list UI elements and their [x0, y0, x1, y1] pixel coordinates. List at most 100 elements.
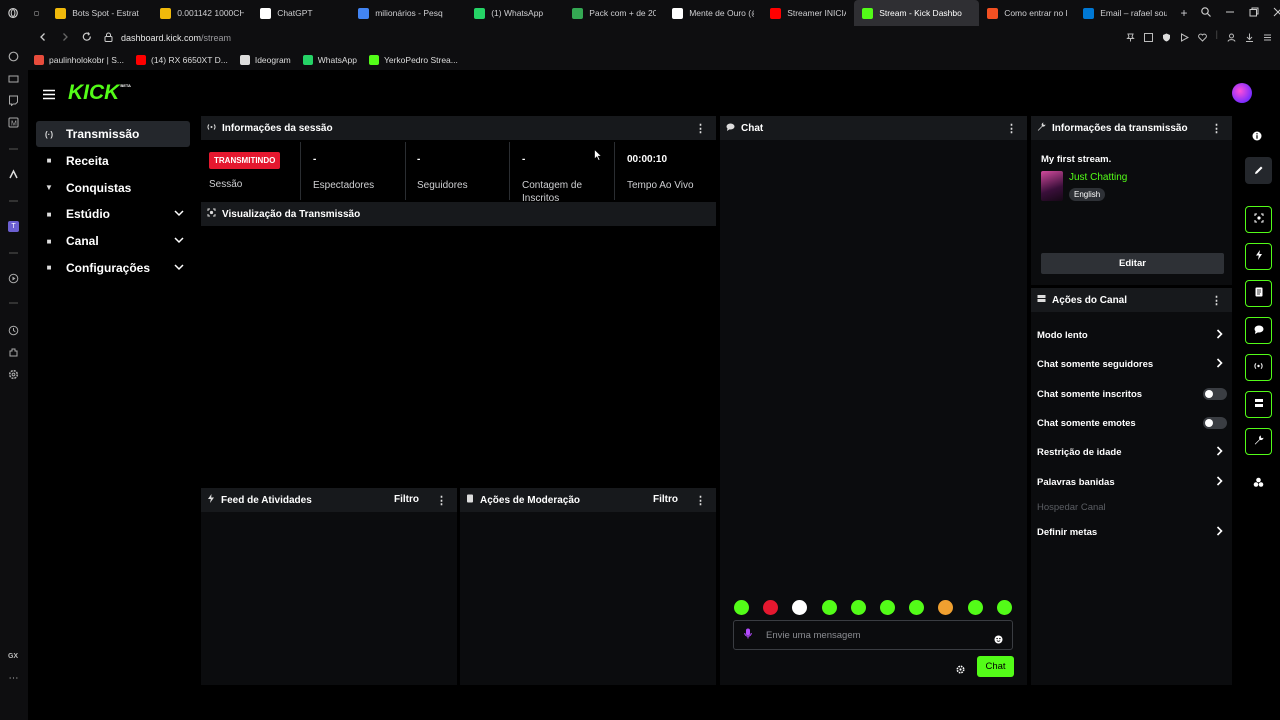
edit-button[interactable]: Editar [1041, 253, 1224, 274]
bookmark-item[interactable]: YerkoPedro Strea... [368, 55, 458, 65]
close-window-icon[interactable] [1273, 7, 1280, 19]
stream-preview-area[interactable] [201, 228, 716, 484]
reload-icon[interactable] [82, 29, 92, 47]
extensions-icon[interactable] [7, 346, 20, 359]
bookmark-item[interactable]: paulinholokobr | S... [34, 55, 124, 65]
download-icon[interactable] [1245, 29, 1254, 47]
chat-menu-icon[interactable]: ⋮ [1006, 122, 1017, 135]
kick-logo[interactable]: KICK BETA [68, 82, 131, 104]
stream-info-menu-icon[interactable]: ⋮ [1211, 122, 1222, 135]
gx-label[interactable]: GX [5, 650, 21, 663]
moderation-menu-icon[interactable]: ⋮ [695, 494, 706, 507]
browser-tab[interactable]: Email – rafael sou [1075, 0, 1175, 26]
twitch-icon[interactable] [7, 94, 20, 107]
edit-tool-button[interactable] [1245, 157, 1272, 184]
moderation-tool-button[interactable] [1245, 391, 1272, 418]
emote-10-icon[interactable] [996, 600, 1012, 615]
browser-tab[interactable]: ChatGPT [252, 0, 350, 26]
chat-input[interactable]: Envie uma mensagem [733, 620, 1013, 650]
heart-icon[interactable] [1197, 29, 1207, 47]
browser-tab[interactable]: (1) WhatsApp [466, 0, 564, 26]
activity-filter-button[interactable]: Filtro [394, 494, 419, 505]
channel-actions-menu-icon[interactable]: ⋮ [1211, 294, 1222, 307]
channel-action-item[interactable]: Modo lento [1037, 325, 1229, 345]
browser-tab[interactable]: milionários - Pesq [350, 0, 466, 26]
history-icon[interactable] [7, 324, 20, 337]
opera-menu-icon[interactable] [0, 0, 26, 26]
chat-tool-button[interactable] [1245, 317, 1272, 344]
flow-icon[interactable] [1180, 29, 1189, 47]
minimize-icon[interactable] [1225, 7, 1235, 19]
browser-tab[interactable]: 0.001142 1000CH [152, 0, 252, 26]
chevron-down-icon[interactable] [174, 209, 184, 220]
add-widget-icon[interactable] [1253, 475, 1264, 493]
broadcast-tool-button[interactable] [1245, 354, 1272, 381]
shield-icon[interactable] [1162, 29, 1171, 47]
browser-menu-icon[interactable] [1263, 29, 1272, 47]
avatar[interactable] [1232, 83, 1252, 103]
account-icon[interactable] [1227, 29, 1236, 47]
kick-sidebar-icon[interactable] [7, 168, 20, 181]
teams-icon[interactable]: T [7, 220, 20, 233]
nav-item[interactable]: ■ Canal [36, 228, 190, 254]
forward-icon[interactable] [60, 29, 70, 47]
back-icon[interactable] [38, 29, 48, 47]
toggle-switch[interactable] [1203, 417, 1227, 429]
url-field[interactable]: dashboard.kick.com/stream [121, 33, 231, 43]
channel-action-item[interactable]: Palavras banidas [1037, 472, 1229, 492]
channel-action-item[interactable]: Chat somente inscritos [1037, 384, 1229, 404]
emote-9-icon[interactable] [967, 600, 983, 615]
browser-tab[interactable]: Mente de Ouro (@ [664, 0, 762, 26]
emote-1-icon[interactable] [734, 600, 749, 615]
channel-action-item[interactable]: Definir metas [1037, 522, 1229, 542]
focus-tool-button[interactable] [1245, 206, 1272, 233]
settings-icon[interactable] [7, 368, 20, 381]
browser-tab[interactable]: Streamer INICIAN [762, 0, 854, 26]
emote-4-icon[interactable] [821, 600, 837, 615]
player-icon[interactable] [7, 272, 20, 285]
microphone-icon[interactable] [744, 626, 752, 644]
nav-item[interactable]: (·) Transmissão [36, 121, 190, 147]
more-icon[interactable]: ⋯ [7, 672, 20, 685]
emoji-icon[interactable] [994, 631, 1003, 649]
browser-tab[interactable]: Stream - Kick Dashbo [854, 0, 980, 26]
toggle-switch[interactable] [1203, 388, 1227, 400]
gx-corner-icon[interactable] [7, 72, 20, 85]
browser-tab[interactable]: Bots Spot - Estrat [47, 0, 152, 26]
activity-feed-menu-icon[interactable]: ⋮ [436, 494, 447, 507]
moderation-filter-button[interactable]: Filtro [653, 494, 678, 505]
bookmark-item[interactable]: WhatsApp [302, 55, 357, 65]
nav-item[interactable]: ■ Estúdio [36, 201, 190, 227]
chevron-down-icon[interactable] [174, 236, 184, 247]
browser-tab[interactable]: Como entrar no lo [979, 0, 1075, 26]
bolt-tool-button[interactable] [1245, 243, 1272, 270]
emote-6-icon[interactable] [880, 600, 895, 615]
chevron-down-icon[interactable] [174, 263, 184, 274]
tab-islands-icon[interactable] [26, 0, 47, 26]
nav-item[interactable]: ■ Configurações [36, 255, 190, 281]
chat-send-button[interactable]: Chat [977, 656, 1014, 677]
channel-action-item[interactable]: Restrição de idade [1037, 442, 1229, 462]
info-icon[interactable] [1252, 128, 1262, 146]
notes-tool-button[interactable] [1245, 280, 1272, 307]
chat-settings-icon[interactable] [956, 661, 965, 679]
nav-item[interactable]: ▼ Conquistas [36, 175, 190, 201]
messenger-icon[interactable]: M [7, 116, 20, 129]
nav-item[interactable]: ■ Receita [36, 148, 190, 174]
bookmark-item[interactable]: Ideogram [239, 55, 291, 65]
session-panel-menu-icon[interactable]: ⋮ [695, 122, 706, 135]
bookmark-item[interactable]: (14) RX 6650XT D... [135, 55, 228, 65]
channel-action-item[interactable]: Chat somente emotes [1037, 413, 1229, 433]
category-link[interactable]: Just Chatting [1069, 172, 1127, 183]
wrench-tool-button[interactable] [1245, 428, 1272, 455]
browser-tab[interactable]: Pack com + de 20 [564, 0, 664, 26]
snapshot-icon[interactable] [1143, 29, 1153, 47]
emote-5-icon[interactable] [850, 600, 866, 615]
aria-icon[interactable] [7, 50, 20, 63]
new-tab-button[interactable]: + [1175, 0, 1193, 26]
hamburger-menu-icon[interactable] [43, 87, 55, 105]
pin-icon[interactable] [1125, 29, 1135, 47]
restore-icon[interactable] [1249, 7, 1259, 19]
channel-action-item[interactable]: Chat somente seguidores [1037, 354, 1229, 374]
search-tabs-icon[interactable] [1201, 7, 1211, 19]
